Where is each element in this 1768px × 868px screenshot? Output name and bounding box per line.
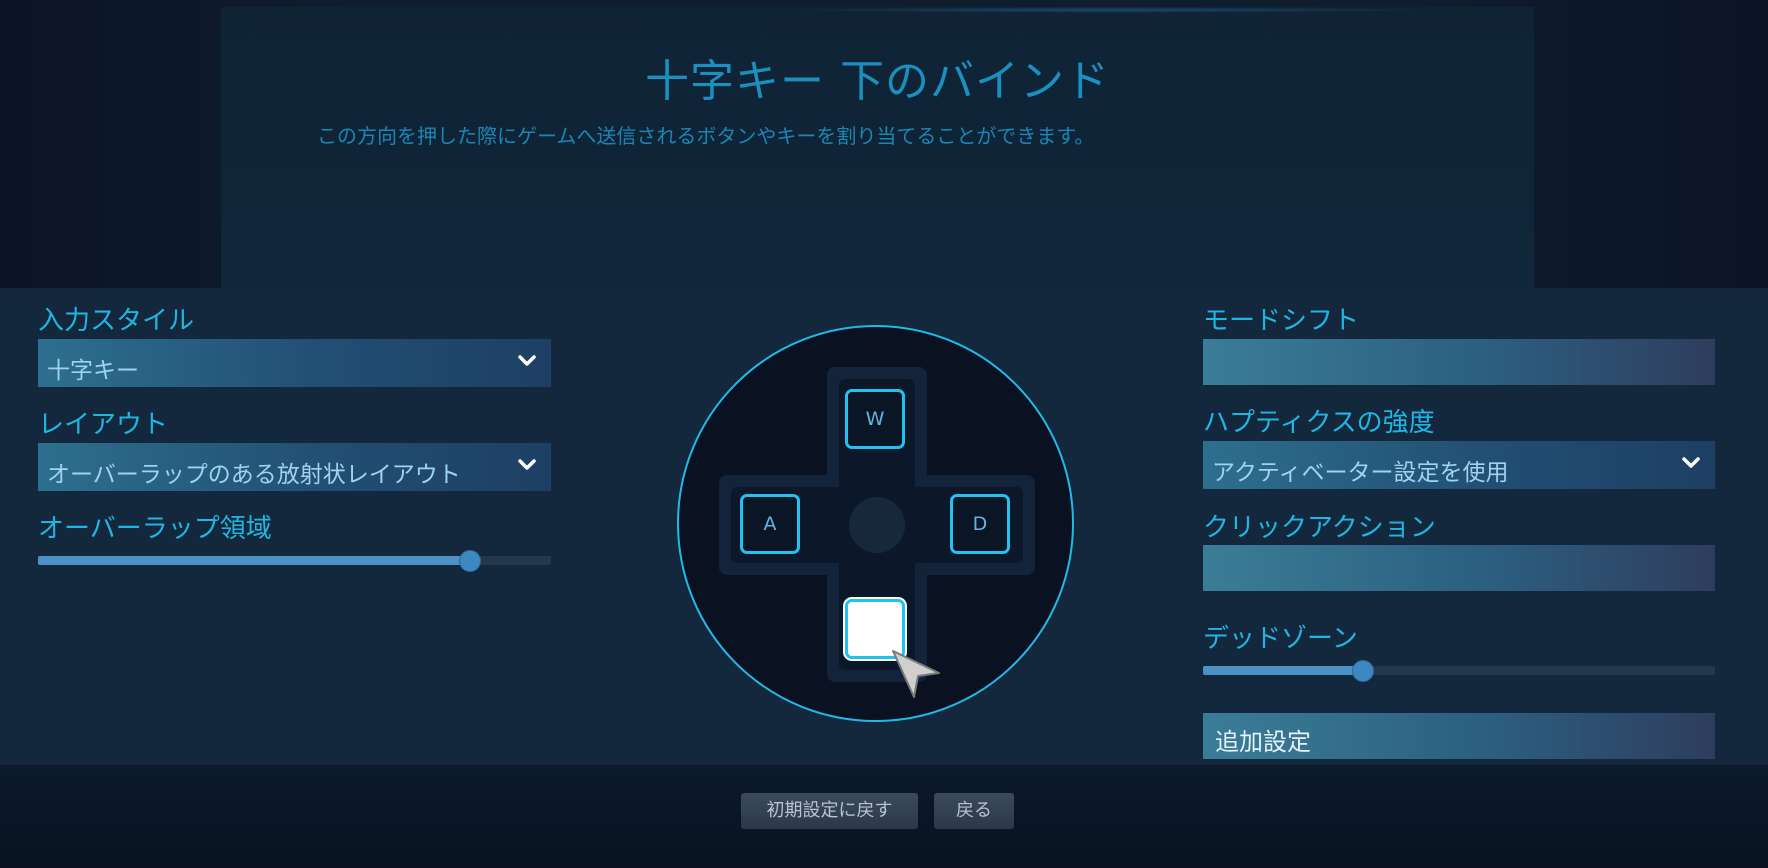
click-action-label: クリックアクション <box>1203 513 1436 543</box>
overlap-region-slider[interactable] <box>38 550 551 572</box>
chevron-down-icon <box>518 355 536 366</box>
overlap-region-slider-fill <box>38 556 469 565</box>
extra-settings-label: 追加設定 <box>1215 728 1311 756</box>
page-title: 十字キー 下のバインド <box>645 56 1110 107</box>
dpad-right-key[interactable]: D <box>950 494 1010 554</box>
dpad-center <box>849 497 905 553</box>
overlap-region-label: オーバーラップ領域 <box>38 514 272 544</box>
header-glow <box>781 7 1441 13</box>
input-style-dropdown[interactable]: 十字キー <box>38 339 551 387</box>
input-style-label: 入力スタイル <box>38 306 195 336</box>
dpad-up-key[interactable]: W <box>845 389 905 449</box>
overlap-region-slider-thumb[interactable] <box>458 550 481 572</box>
extra-settings-button[interactable]: 追加設定 <box>1203 713 1715 759</box>
chevron-down-icon <box>1682 457 1700 468</box>
deadzone-slider-thumb[interactable] <box>1351 660 1374 682</box>
back-button[interactable]: 戻る <box>934 793 1014 829</box>
deadzone-label: デッドゾーン <box>1203 624 1358 654</box>
chevron-down-icon <box>518 459 536 470</box>
dpad-left-key[interactable]: A <box>740 494 800 554</box>
mode-shift-field[interactable] <box>1203 339 1715 385</box>
deadzone-slider[interactable] <box>1203 660 1715 682</box>
click-action-field[interactable] <box>1203 545 1715 591</box>
pointer-cursor-icon <box>892 650 940 698</box>
haptics-value: アクティベーター設定を使用 <box>1212 460 1509 486</box>
page-description: この方向を押した際にゲームへ送信されるボタンやキーを割り当てることができます。 <box>317 124 1095 148</box>
haptics-label: ハプティクスの強度 <box>1203 408 1435 438</box>
reset-defaults-button[interactable]: 初期設定に戻す <box>741 793 918 829</box>
haptics-dropdown[interactable]: アクティベーター設定を使用 <box>1203 441 1715 489</box>
input-style-value: 十字キー <box>47 358 139 384</box>
header-panel: 十字キー 下のバインド この方向を押した際にゲームへ送信されるボタンやキーを割り… <box>221 7 1534 288</box>
mode-shift-label: モードシフト <box>1203 306 1360 336</box>
layout-label: レイアウト <box>38 410 169 440</box>
layout-dropdown[interactable]: オーバーラップのある放射状レイアウト <box>38 443 551 491</box>
layout-value: オーバーラップのある放射状レイアウト <box>47 462 461 488</box>
deadzone-slider-fill <box>1203 666 1362 675</box>
